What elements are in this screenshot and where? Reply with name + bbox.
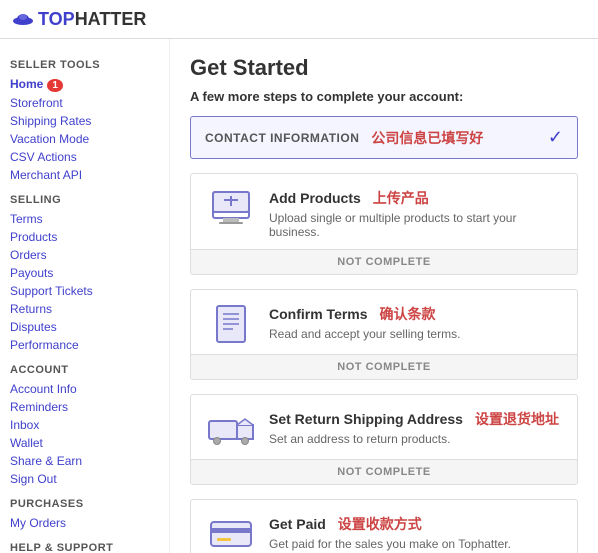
step-chinese-add-products: 上传产品 <box>373 188 429 208</box>
step-chinese-return-shipping: 设置退货地址 <box>475 409 559 429</box>
sidebar-item-shipping-rates[interactable]: Shipping Rates <box>10 112 159 130</box>
step-title-row: Set Return Shipping Address 设置退货地址 <box>269 409 561 429</box>
app-container: TOPHATTER SELLER TOOLS Home1 Storefront … <box>0 0 598 553</box>
header: TOPHATTER <box>0 0 598 39</box>
step-card-get-paid: Get Paid 设置收款方式 Get paid for the sales y… <box>190 499 578 553</box>
home-badge: 1 <box>47 79 63 92</box>
return-shipping-icon <box>207 409 255 449</box>
step-content-add-products: Add Products 上传产品 Upload single or multi… <box>269 188 561 239</box>
step-card-body: Set Return Shipping Address 设置退货地址 Set a… <box>191 395 577 459</box>
step-title-confirm-terms: Confirm Terms <box>269 306 368 322</box>
logo-top-text: TOP <box>38 9 75 30</box>
step-title-row: Add Products 上传产品 <box>269 188 561 208</box>
sidebar-item-sign-out[interactable]: Sign Out <box>10 470 159 488</box>
step-content-return-shipping: Set Return Shipping Address 设置退货地址 Set a… <box>269 409 561 446</box>
main-layout: SELLER TOOLS Home1 Storefront Shipping R… <box>0 39 598 553</box>
content-area: Get Started A few more steps to complete… <box>170 39 598 553</box>
step-content-confirm-terms: Confirm Terms 确认条款 Read and accept your … <box>269 304 561 341</box>
sidebar-item-returns[interactable]: Returns <box>10 300 159 318</box>
step-status-return-shipping: NOT COMPLETE <box>191 459 577 484</box>
step-title-row: Confirm Terms 确认条款 <box>269 304 561 324</box>
step-chinese-get-paid: 设置收款方式 <box>338 514 422 534</box>
contact-banner: CONTACT INFORMATION 公司信息已填写好 ✓ <box>190 116 578 159</box>
step-desc-get-paid: Get paid for the sales you make on Topha… <box>269 537 561 551</box>
sidebar: SELLER TOOLS Home1 Storefront Shipping R… <box>0 39 170 553</box>
step-card-return-shipping: Set Return Shipping Address 设置退货地址 Set a… <box>190 394 578 485</box>
sidebar-item-storefront[interactable]: Storefront <box>10 94 159 112</box>
step-card-body: Confirm Terms 确认条款 Read and accept your … <box>191 290 577 354</box>
step-card-body: Add Products 上传产品 Upload single or multi… <box>191 174 577 249</box>
sidebar-item-inbox[interactable]: Inbox <box>10 416 159 434</box>
step-card-body: Get Paid 设置收款方式 Get paid for the sales y… <box>191 500 577 553</box>
sidebar-item-csv-actions[interactable]: CSV Actions <box>10 148 159 166</box>
page-subtitle: A few more steps to complete your accoun… <box>190 89 578 104</box>
contact-banner-label: CONTACT INFORMATION <box>205 131 359 145</box>
sidebar-item-products[interactable]: Products <box>10 228 159 246</box>
logo: TOPHATTER <box>12 8 146 30</box>
contact-banner-chinese: 公司信息已填写好 <box>371 128 548 148</box>
sidebar-item-home[interactable]: Home1 <box>10 75 159 94</box>
step-card-confirm-terms: Confirm Terms 确认条款 Read and accept your … <box>190 289 578 380</box>
step-desc-add-products: Upload single or multiple products to st… <box>269 211 561 239</box>
sidebar-item-orders[interactable]: Orders <box>10 246 159 264</box>
step-status-confirm-terms: NOT COMPLETE <box>191 354 577 379</box>
sidebar-item-disputes[interactable]: Disputes <box>10 318 159 336</box>
contact-banner-check-icon: ✓ <box>548 127 563 148</box>
step-title-add-products: Add Products <box>269 190 361 206</box>
sidebar-item-support-tickets[interactable]: Support Tickets <box>10 282 159 300</box>
seller-tools-title: SELLER TOOLS <box>10 59 159 71</box>
step-title-row: Get Paid 设置收款方式 <box>269 514 561 534</box>
page-title: Get Started <box>190 55 578 81</box>
add-products-icon <box>207 188 255 228</box>
sidebar-item-account-info[interactable]: Account Info <box>10 380 159 398</box>
sidebar-item-vacation-mode[interactable]: Vacation Mode <box>10 130 159 148</box>
sidebar-item-my-orders[interactable]: My Orders <box>10 514 159 532</box>
sidebar-item-performance[interactable]: Performance <box>10 336 159 354</box>
sidebar-item-merchant-api[interactable]: Merchant API <box>10 166 159 184</box>
sidebar-item-wallet[interactable]: Wallet <box>10 434 159 452</box>
logo-hatter-text: HATTER <box>75 9 147 30</box>
get-paid-icon <box>207 514 255 553</box>
sidebar-item-reminders[interactable]: Reminders <box>10 398 159 416</box>
sidebar-item-share-earn[interactable]: Share & Earn <box>10 452 159 470</box>
purchases-title: PURCHASES <box>10 498 159 510</box>
step-title-return-shipping: Set Return Shipping Address <box>269 411 463 427</box>
logo-icon <box>12 8 34 30</box>
selling-title: SELLING <box>10 194 159 206</box>
step-title-get-paid: Get Paid <box>269 516 326 532</box>
step-desc-confirm-terms: Read and accept your selling terms. <box>269 327 561 341</box>
confirm-terms-icon <box>207 304 255 344</box>
step-desc-return-shipping: Set an address to return products. <box>269 432 561 446</box>
help-support-title: HELP & SUPPORT <box>10 542 159 553</box>
step-chinese-confirm-terms: 确认条款 <box>380 304 436 324</box>
step-content-get-paid: Get Paid 设置收款方式 Get paid for the sales y… <box>269 514 561 551</box>
step-card-add-products: Add Products 上传产品 Upload single or multi… <box>190 173 578 275</box>
step-status-add-products: NOT COMPLETE <box>191 249 577 274</box>
sidebar-item-terms[interactable]: Terms <box>10 210 159 228</box>
sidebar-item-payouts[interactable]: Payouts <box>10 264 159 282</box>
account-title: ACCOUNT <box>10 364 159 376</box>
